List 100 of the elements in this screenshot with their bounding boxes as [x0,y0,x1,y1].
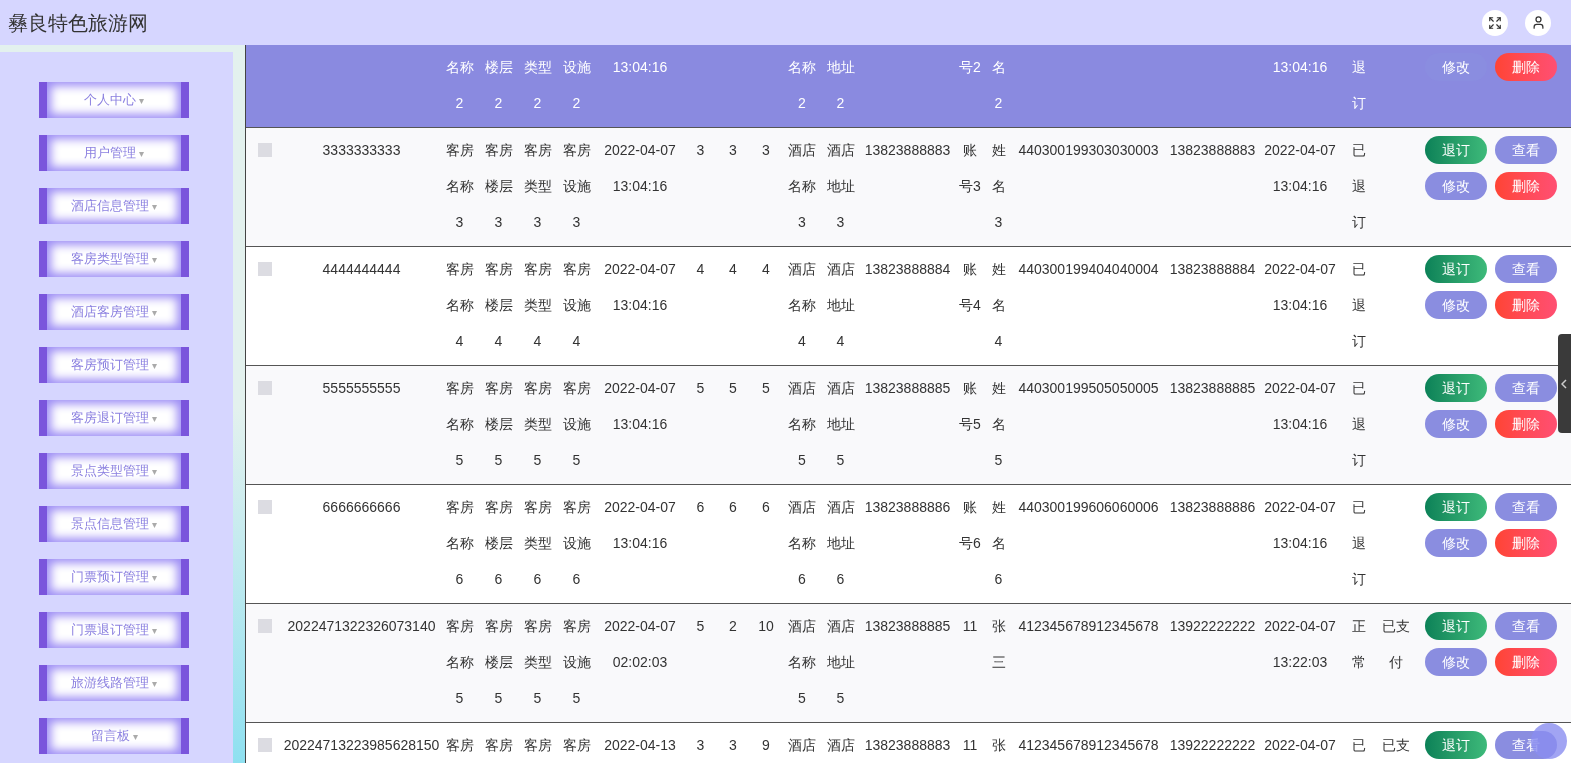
row-checkbox[interactable] [257,500,272,514]
table-cell-text: 酒店 [787,736,817,755]
table-cell-text: 440300199404040004 [1018,260,1159,279]
table-cell-text: 客房 [484,736,513,755]
table-cell-text: 名称2 [445,58,474,113]
delete-button[interactable]: 删除 [1495,410,1557,438]
sidebar-menu-item[interactable]: 门票退订管理 ▾ [39,612,189,648]
table-cell-text: 客房名称5 [445,617,474,708]
sidebar-menu-item[interactable]: 个人中心 ▾ [39,82,189,118]
sidebar-menu-item[interactable]: 旅游线路管理 ▾ [39,665,189,701]
table-cell-text: 2022-04-07 13:04:16 [1263,141,1337,196]
table-cell-text: 已退订 [1351,260,1367,351]
table-cell-text: 3 [696,141,705,160]
view-button[interactable]: 查看 [1495,255,1557,283]
sidebar-menu-item[interactable]: 景点类型管理 ▾ [39,453,189,489]
delete-button[interactable]: 删除 [1495,291,1557,319]
table-cell-text: 账号6 [958,498,982,553]
sidebar-menu-item[interactable]: 客房类型管理 ▾ [39,241,189,277]
row-checkbox[interactable] [257,619,272,633]
unsubscribe-button[interactable]: 退订 [1425,136,1487,164]
table-cell-text: 13922222222 [1169,617,1256,636]
table-cell-text: 号2 [958,58,982,77]
unsubscribe-button[interactable]: 退订 [1425,374,1487,402]
table-cell-text: 2022-04-07 13:22:03 [1263,617,1337,672]
table-cell-text: 张三 [991,617,1006,672]
unsubscribe-button[interactable]: 退订 [1425,731,1487,759]
table-row[interactable]: 5555555555 客房名称5 客房楼层5 客房类型5 客房设施5 2022-04-07 13:04:16 5 5 5 酒店名称5 酒店地址5 13823888885 账号5 姓名5 440300199505050005 13823888885 2022-04-07 13:04:16 已退订 退订 查看 修改 删除 [246,366,1571,485]
table-cell-text: 设施2 [562,58,591,113]
table-cell-text: 客房楼层5 [484,379,513,470]
table-cell-text: 11 [961,736,979,755]
sidebar-menu-item[interactable]: 酒店客房管理 ▾ [39,294,189,330]
table-cell-text: 4 [729,260,737,279]
user-button[interactable] [1525,9,1551,36]
sidebar-menu-item[interactable]: 客房退订管理 ▾ [39,400,189,436]
table-cell-text: 13823888886 [864,498,951,517]
view-button[interactable]: 查看 [1495,612,1557,640]
site-title: 彝良特色旅游网 [8,10,148,36]
table-cell-text: 已支付 [1381,617,1410,672]
table-cell-text: 2022471322326073140 [287,617,436,636]
table-row[interactable]: 2022471322326073140 客房名称5 客房楼层5 客房类型5 客房设施5 2022-04-07 02:02:03 5 2 10 酒店名称5 酒店地址5 13823888885 11 张三 412345678912345678 13922222222 2022-04-07 13:22:03 正常 已支付 退订 查看 修改 删除 [246,604,1571,723]
table-cell-text: 2022-04-07 13:04:16 [603,260,677,315]
side-handle[interactable] [1558,334,1571,433]
table-cell-text: 440300199505050005 [1018,379,1159,398]
table-cell-text: 酒店地址3 [826,141,855,232]
fullscreen-icon [1488,15,1502,30]
unsubscribe-button[interactable]: 退订 [1425,612,1487,640]
sidebar-menu-item[interactable]: 景点信息管理 ▾ [39,506,189,542]
table-cell-text: 客房楼层4 [484,260,513,351]
table-row[interactable]: 名称2 楼层2 类型2 设施2 13:04:16 名称2 地址2 号2 名2 13:04:16 退订 修改 删除 [246,45,1571,128]
delete-button[interactable]: 删除 [1495,53,1557,81]
sidebar-menu-item[interactable]: 门票预订管理 ▾ [39,559,189,595]
row-checkbox[interactable] [257,262,272,276]
table-cell-text: 酒店名称4 [787,260,817,351]
table-cell-text: 正常 [1351,617,1367,672]
table-cell-text: 账号5 [958,379,982,434]
edit-button[interactable]: 修改 [1425,529,1487,557]
view-button[interactable]: 查看 [1495,136,1557,164]
delete-button[interactable]: 删除 [1495,529,1557,557]
table-cell-text: 412345678912345678 [1018,617,1159,636]
edit-button[interactable]: 修改 [1425,410,1487,438]
view-button[interactable]: 查看 [1495,374,1557,402]
table-cell-text: 2022-04-07 [1263,736,1337,755]
edit-button[interactable]: 修改 [1425,172,1487,200]
table-cell-text: 名2 [991,58,1006,113]
table-cell-text: 6 [729,498,737,517]
view-button[interactable]: 查看 [1495,493,1557,521]
table-row[interactable]: 3333333333 客房名称3 客房楼层3 客房类型3 客房设施3 2022-04-07 13:04:16 3 3 3 酒店名称3 酒店地址3 13823888883 账号3 姓名3 440300199303030003 13823888883 2022-04-07 13:04:16 已退订 退订 查看 修改 删除 [246,128,1571,247]
sidebar-menu-item[interactable]: 客房预订管理 ▾ [39,347,189,383]
table-cell-text: 已支 [1381,736,1410,755]
unsubscribe-button[interactable]: 退订 [1425,255,1487,283]
table-cell-text: 3 [762,141,770,160]
row-checkbox[interactable] [257,143,272,157]
fullscreen-button[interactable] [1482,9,1508,36]
sidebar-menu-item[interactable]: 用户管理 ▾ [39,135,189,171]
delete-button[interactable]: 删除 [1495,648,1557,676]
table-cell-text: 客房 [562,736,591,755]
row-checkbox[interactable] [257,738,272,752]
table-cell-text: 姓名6 [991,498,1006,589]
table-cell-text: 13:04:16 [611,58,669,77]
user-icon [1530,15,1546,30]
table-cell-text: 已退订 [1351,141,1367,232]
edit-button[interactable]: 修改 [1425,648,1487,676]
table-cell-text: 13:04:16 [1271,58,1329,77]
table-cell-text: 2022-04-07 02:02:03 [603,617,677,672]
edit-button[interactable]: 修改 [1425,291,1487,319]
sidebar-menu-item[interactable]: 留言板 ▾ [39,718,189,754]
table-cell-text: 客房设施3 [562,141,591,232]
table-cell-text: 酒店名称5 [787,617,817,708]
table-cell-text: 11 [961,617,979,636]
row-checkbox[interactable] [257,381,272,395]
delete-button[interactable]: 删除 [1495,172,1557,200]
table-cell-text: 酒店名称6 [787,498,817,589]
table-cell-text: 酒店名称5 [787,379,817,470]
unsubscribe-button[interactable]: 退订 [1425,493,1487,521]
table-cell-text: 5 [696,617,705,636]
sidebar-menu-item[interactable]: 酒店信息管理 ▾ [39,188,189,224]
table-cell-text: 酒店地址4 [826,260,855,351]
table-cell-text: 客房 [445,736,474,755]
table-cell-text: 13823888886 [1169,498,1256,517]
table-cell-text: 13823888884 [1169,260,1256,279]
